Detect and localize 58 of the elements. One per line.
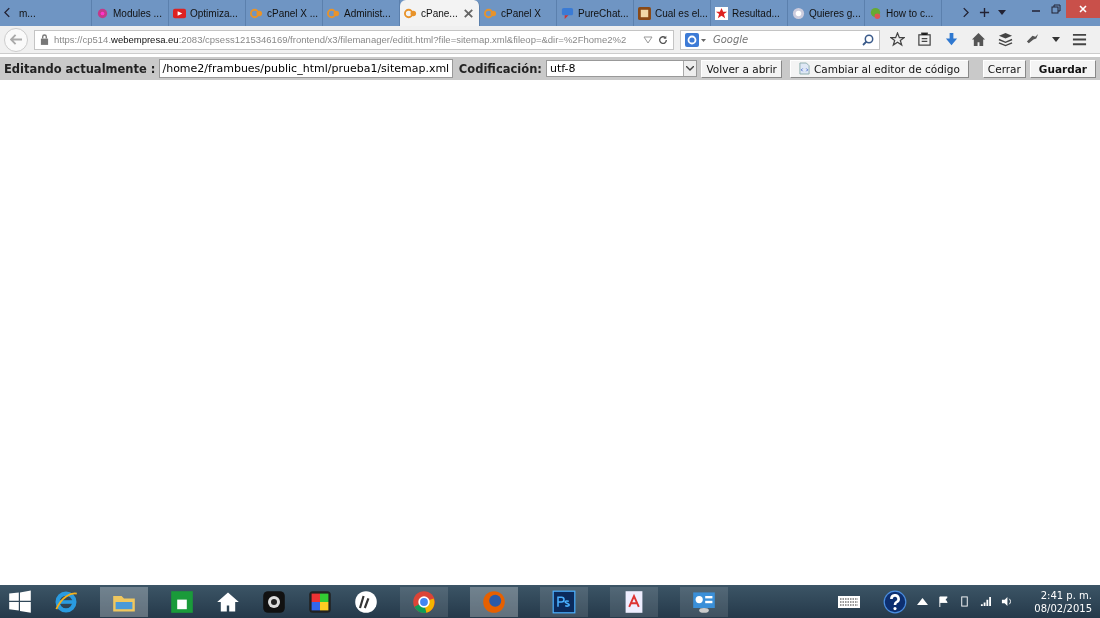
encoding-select[interactable]: utf-8 xyxy=(545,60,698,77)
new-tab-icon[interactable] xyxy=(979,7,990,18)
logo-icon xyxy=(250,6,263,20)
help-icon[interactable] xyxy=(883,589,908,614)
play-icon xyxy=(173,6,186,20)
scroll-left-icon[interactable] xyxy=(4,7,11,18)
scroll-right-icon[interactable] xyxy=(962,7,969,18)
address-field[interactable]: https://cp514.webempresa.eu:2083/cpsess1215346169/frontend/x3/filemanager/editit.html?file=sitemap.xml&fileop=&dir=%2Fhome2%2 xyxy=(34,29,674,50)
logo-icon xyxy=(404,6,417,20)
webcam-icon[interactable] xyxy=(262,589,286,614)
signal-icon[interactable] xyxy=(980,596,992,607)
star-icon xyxy=(715,6,728,20)
clock[interactable]: 2:41 p. m. 08/02/2015 xyxy=(1034,588,1092,615)
url-text: https://cp514.webempresa.eu:2083/cpsess1215346169/frontend/x3/filemanager/editit.html?file=sitemap.xml&fileop=&dir=%2Fhome2%2 xyxy=(54,34,628,45)
encoding-label: Codificación: xyxy=(458,61,542,76)
close-button[interactable]: Cerrar xyxy=(982,59,1026,78)
menu-icon[interactable] xyxy=(1072,32,1087,47)
back-arrow-icon xyxy=(9,34,23,45)
home-icon[interactable] xyxy=(971,32,986,47)
store-icon[interactable] xyxy=(170,589,194,614)
square-logo-icon xyxy=(638,6,651,20)
code-file-icon xyxy=(798,62,810,75)
logo-icon xyxy=(484,6,497,20)
browser-e-icon[interactable] xyxy=(54,589,78,614)
chat-icon xyxy=(561,6,574,20)
chrome-icon[interactable] xyxy=(412,589,436,614)
puzzle-icon[interactable] xyxy=(308,589,332,614)
search-engine-icon[interactable] xyxy=(685,32,707,47)
clipboard-icon[interactable] xyxy=(917,32,932,47)
photoshop-icon[interactable] xyxy=(552,589,576,614)
caret-icon[interactable] xyxy=(1052,37,1060,42)
layers-icon[interactable] xyxy=(998,32,1013,47)
file-label: Editando actualmente : xyxy=(4,61,156,76)
reload-icon[interactable] xyxy=(658,34,668,45)
search-icon[interactable] xyxy=(862,33,874,46)
control-panel-icon[interactable] xyxy=(692,589,716,614)
windows-logo-icon[interactable] xyxy=(8,589,32,614)
reopen-button[interactable]: Volver a abrir xyxy=(701,59,782,78)
file-path-field[interactable]: /home2/frambues/public_html/prueba1/sitemap.xml xyxy=(159,59,453,78)
flower-icon xyxy=(96,6,109,20)
battery-icon[interactable] xyxy=(959,596,971,607)
caret-icon[interactable] xyxy=(998,10,1006,15)
close-icon xyxy=(1078,4,1088,14)
save-button[interactable]: Guardar xyxy=(1029,59,1096,78)
browser-tab[interactable]: cPane... xyxy=(400,0,480,26)
restore-icon xyxy=(1051,4,1061,14)
bookmark-star-icon[interactable] xyxy=(890,32,905,47)
flag-icon[interactable] xyxy=(938,596,950,607)
close-icon xyxy=(461,6,475,20)
tray-caret-icon[interactable] xyxy=(917,596,929,607)
code-editor-button[interactable]: Cambiar al editor de código xyxy=(789,59,969,78)
circle-logo-icon[interactable] xyxy=(354,589,378,614)
logo-icon xyxy=(327,6,340,20)
speaker-icon[interactable] xyxy=(1001,596,1013,607)
close-button[interactable] xyxy=(1066,0,1100,18)
search-field[interactable]: Google xyxy=(680,29,880,50)
lock-icon xyxy=(40,34,49,45)
download-icon[interactable] xyxy=(944,32,959,47)
